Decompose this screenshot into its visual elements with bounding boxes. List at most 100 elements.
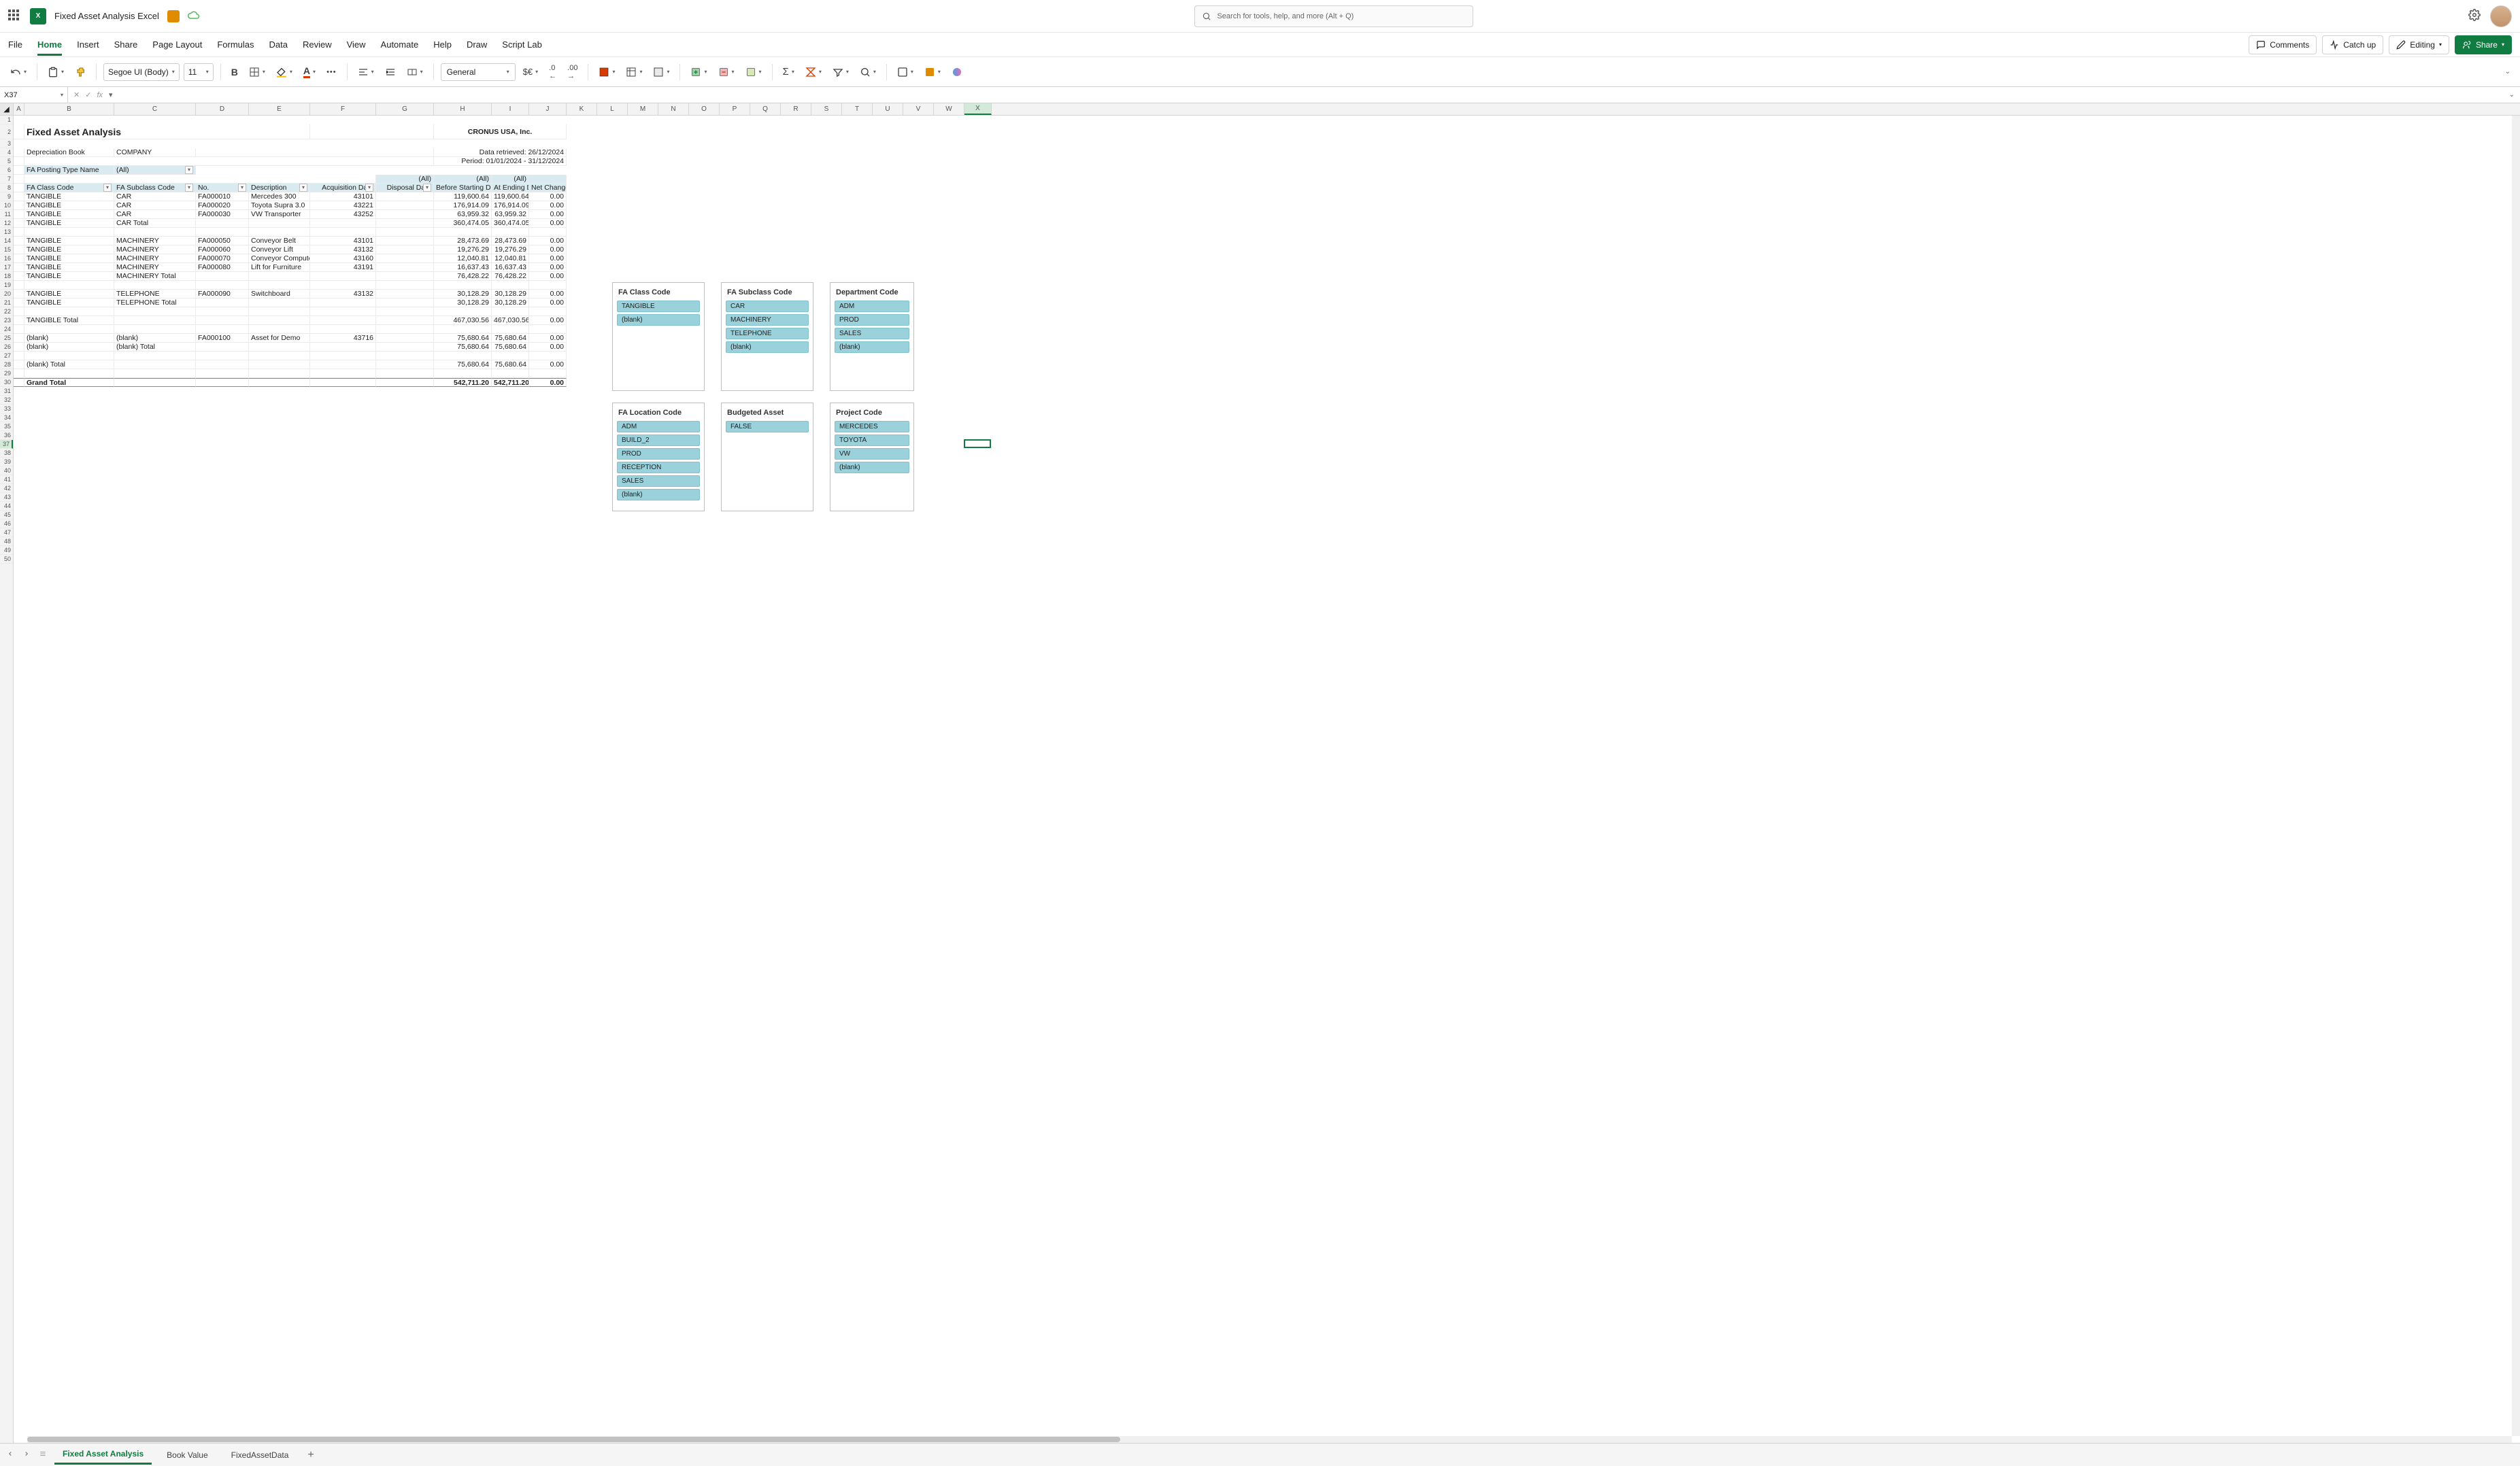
cell[interactable]: (blank) xyxy=(24,334,114,343)
cell[interactable] xyxy=(249,343,310,352)
menu-share[interactable]: Share xyxy=(114,39,138,50)
cell[interactable] xyxy=(434,352,492,360)
cell[interactable] xyxy=(14,254,24,263)
cell[interactable]: 43221 xyxy=(310,201,376,210)
cell[interactable]: Lift for Furniture xyxy=(249,263,310,272)
cell[interactable]: 43101 xyxy=(310,192,376,201)
expand-fxbar-button[interactable]: ⌄ xyxy=(2504,91,2520,99)
cell[interactable]: 176,914.09 xyxy=(434,201,492,210)
cell[interactable] xyxy=(376,245,434,254)
cond-format-button[interactable]: ▾ xyxy=(595,64,618,80)
cell[interactable]: FA000100 xyxy=(196,334,249,343)
cell[interactable] xyxy=(249,316,310,325)
cell[interactable] xyxy=(249,307,310,316)
cell[interactable]: Switchboard xyxy=(249,290,310,299)
cell[interactable] xyxy=(14,343,24,352)
cell[interactable]: 43132 xyxy=(310,290,376,299)
cell[interactable] xyxy=(434,369,492,378)
cell[interactable]: 43160 xyxy=(310,254,376,263)
cell[interactable]: FA000050 xyxy=(196,237,249,245)
cell[interactable] xyxy=(114,378,196,387)
cell[interactable]: 43252 xyxy=(310,210,376,219)
cell[interactable]: 0.00 xyxy=(529,263,567,272)
cell[interactable]: 76,428.22 xyxy=(492,272,529,281)
cell[interactable]: 19,276.29 xyxy=(434,245,492,254)
slicer-item[interactable]: RECEPTION xyxy=(617,462,700,473)
decrease-decimal-button[interactable]: .0← xyxy=(545,61,560,83)
row-header[interactable]: 35 xyxy=(0,422,13,431)
slicer-item[interactable]: (blank) xyxy=(617,314,700,326)
col-header[interactable]: P xyxy=(720,103,750,115)
cell[interactable] xyxy=(114,325,196,334)
row-header[interactable]: 50 xyxy=(0,555,13,564)
row-header[interactable]: 46 xyxy=(0,519,13,528)
col-header[interactable]: H xyxy=(434,103,492,115)
row-header[interactable]: 11 xyxy=(0,210,13,219)
cell[interactable] xyxy=(14,334,24,343)
row-header[interactable]: 14 xyxy=(0,237,13,245)
row-header[interactable]: 44 xyxy=(0,502,13,511)
cell[interactable] xyxy=(196,378,249,387)
cell[interactable]: 30,128.29 xyxy=(492,299,529,307)
sheet-tab[interactable]: Fixed Asset Analysis xyxy=(54,1445,152,1465)
slicer-item[interactable]: TELEPHONE xyxy=(726,328,809,339)
cell[interactable]: TELEPHONE Total xyxy=(114,299,196,307)
slicer-item[interactable]: TANGIBLE xyxy=(617,301,700,312)
slicer-item[interactable]: MERCEDES xyxy=(835,421,909,432)
cell[interactable]: (All) xyxy=(114,166,196,175)
cell[interactable] xyxy=(529,175,567,184)
cell[interactable]: 75,680.64 xyxy=(434,334,492,343)
cell[interactable] xyxy=(492,228,529,237)
cell[interactable]: FA Subclass Code xyxy=(114,184,196,192)
cell[interactable]: 542,711.20 xyxy=(434,378,492,387)
settings-icon[interactable] xyxy=(2468,9,2481,23)
cell[interactable] xyxy=(376,219,434,228)
slicer[interactable]: FA Location CodeADMBUILD_2PRODRECEPTIONS… xyxy=(612,403,705,511)
row-header[interactable]: 47 xyxy=(0,528,13,537)
cell[interactable]: 19,276.29 xyxy=(492,245,529,254)
sheet-tab[interactable]: FixedAssetData xyxy=(223,1446,297,1464)
cell[interactable]: (All) xyxy=(376,175,434,184)
cell[interactable]: FA000020 xyxy=(196,201,249,210)
comments-button[interactable]: Comments xyxy=(2249,35,2317,54)
row-header[interactable]: 5 xyxy=(0,157,13,166)
cell[interactable] xyxy=(249,281,310,290)
row-header[interactable]: 39 xyxy=(0,458,13,466)
addins2-button[interactable]: ▾ xyxy=(921,64,944,80)
col-header[interactable]: I xyxy=(492,103,529,115)
cell[interactable] xyxy=(376,334,434,343)
font-color-button[interactable]: A▾ xyxy=(300,63,319,81)
cell[interactable]: TELEPHONE xyxy=(114,290,196,299)
cell[interactable] xyxy=(249,352,310,360)
row-header[interactable]: 38 xyxy=(0,449,13,458)
cell[interactable]: MACHINERY xyxy=(114,237,196,245)
bold-button[interactable]: B xyxy=(228,64,241,80)
row-header[interactable]: 24 xyxy=(0,325,13,334)
cell[interactable] xyxy=(249,219,310,228)
cell[interactable]: 0.00 xyxy=(529,343,567,352)
cell[interactable] xyxy=(529,281,567,290)
cell[interactable]: At Ending Date xyxy=(492,184,529,192)
slicer-item[interactable]: FALSE xyxy=(726,421,809,432)
cell[interactable]: Before Starting Date xyxy=(434,184,492,192)
font-size-select[interactable]: 11▾ xyxy=(184,63,214,81)
col-header[interactable]: L xyxy=(597,103,628,115)
row-header[interactable]: 19 xyxy=(0,281,13,290)
horizontal-scrollbar[interactable] xyxy=(27,1436,2512,1443)
cell[interactable]: 360,474.05 xyxy=(434,219,492,228)
cell[interactable]: Disposal Date xyxy=(376,184,434,192)
cell[interactable] xyxy=(14,369,24,378)
cell[interactable] xyxy=(14,299,24,307)
slicer-item[interactable]: (blank) xyxy=(617,489,700,500)
row-header[interactable]: 29 xyxy=(0,369,13,378)
cell[interactable]: Toyota Supra 3.0 xyxy=(249,201,310,210)
cell[interactable]: Period: 01/01/2024 - 31/12/2024 xyxy=(434,157,567,166)
menu-home[interactable]: Home xyxy=(37,39,62,50)
col-header[interactable]: O xyxy=(689,103,720,115)
col-header[interactable]: F xyxy=(310,103,376,115)
cell[interactable]: 43132 xyxy=(310,245,376,254)
cell[interactable] xyxy=(114,316,196,325)
menu-file[interactable]: File xyxy=(8,39,22,50)
cell[interactable]: TANGIBLE xyxy=(24,299,114,307)
cell[interactable] xyxy=(196,369,249,378)
